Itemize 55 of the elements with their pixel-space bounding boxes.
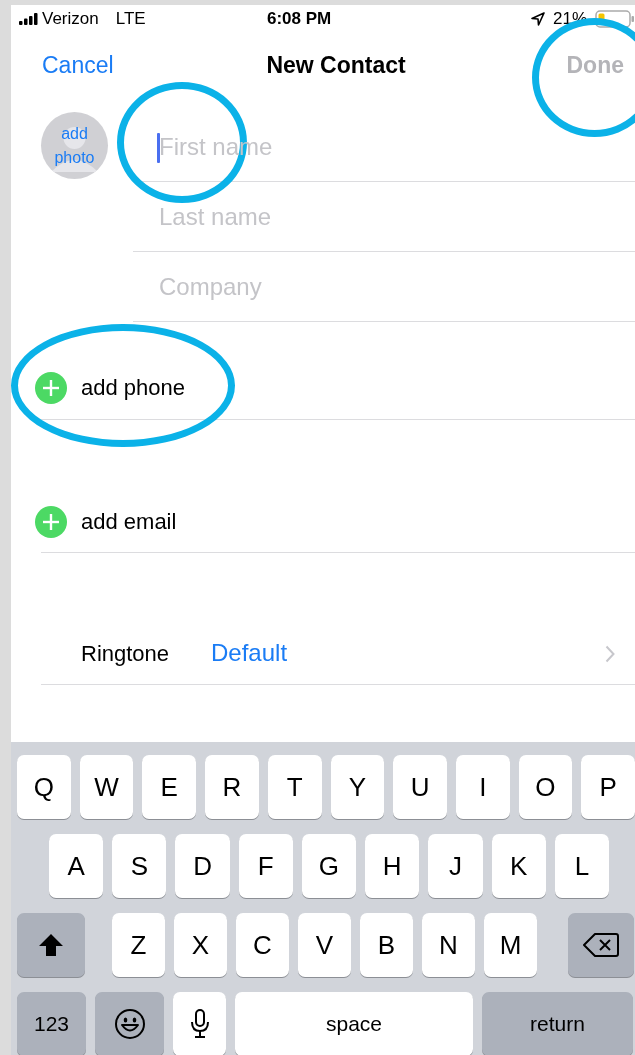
- letter-key[interactable]: O: [518, 755, 573, 819]
- name-field[interactable]: Last name: [133, 196, 635, 237]
- shift-key[interactable]: [17, 913, 85, 977]
- emoji-key[interactable]: [95, 992, 164, 1055]
- letter-key[interactable]: L: [554, 834, 609, 898]
- status-time: 6:08 PM: [267, 9, 332, 29]
- plus-icon: [35, 506, 67, 538]
- letter-key[interactable]: Z: [112, 913, 165, 977]
- letter-key[interactable]: Y: [330, 755, 385, 819]
- letter-key[interactable]: B: [360, 913, 413, 977]
- space-key[interactable]: space: [235, 992, 473, 1055]
- name-field[interactable]: Company: [133, 266, 635, 307]
- numbers-key[interactable]: 123: [17, 992, 86, 1055]
- add-field-button[interactable]: add email: [35, 506, 177, 538]
- letter-key[interactable]: T: [267, 755, 322, 819]
- carrier-name: Verizon: [42, 9, 99, 29]
- letter-key[interactable]: D: [175, 834, 230, 898]
- letter-key[interactable]: I: [455, 755, 510, 819]
- add-field-button[interactable]: add phone: [35, 372, 185, 404]
- ringtone-value: Default: [211, 639, 289, 667]
- letter-key[interactable]: F: [238, 834, 293, 898]
- ringtone-row[interactable]: Ringtone Default: [41, 553, 635, 685]
- backspace-icon: [583, 932, 619, 958]
- delete-key[interactable]: [568, 913, 634, 977]
- plus-icon: [35, 372, 67, 404]
- letter-key[interactable]: A: [49, 834, 104, 898]
- letter-key[interactable]: C: [236, 913, 289, 977]
- letter-key[interactable]: X: [174, 913, 227, 977]
- chevron-right-icon: [605, 645, 615, 663]
- screen-title: New Contact: [266, 51, 406, 79]
- letter-key[interactable]: G: [301, 834, 357, 898]
- smiley-icon: [113, 1008, 146, 1040]
- letter-key[interactable]: Q: [17, 755, 71, 819]
- network-type: LTE: [115, 9, 146, 29]
- cancel-button[interactable]: Cancel: [42, 51, 114, 79]
- letter-key[interactable]: W: [79, 755, 134, 819]
- letter-key[interactable]: J: [428, 834, 483, 898]
- battery-icon: [595, 10, 635, 28]
- letter-key[interactable]: H: [365, 834, 420, 898]
- ringtone-label: Ringtone: [81, 641, 171, 667]
- location-arrow-icon: [530, 12, 545, 26]
- dictation-key[interactable]: [173, 992, 226, 1055]
- shift-arrow-icon: [37, 932, 65, 958]
- signal-icon: [19, 13, 39, 25]
- microphone-icon: [189, 1009, 210, 1039]
- letter-key[interactable]: E: [142, 755, 197, 819]
- letter-key[interactable]: P: [581, 755, 635, 819]
- letter-key[interactable]: S: [112, 834, 167, 898]
- letter-key[interactable]: M: [484, 913, 537, 977]
- return-key[interactable]: return: [482, 992, 633, 1055]
- letter-key[interactable]: N: [422, 913, 475, 977]
- letter-key[interactable]: V: [298, 913, 351, 977]
- letter-key[interactable]: R: [205, 755, 259, 819]
- letter-key[interactable]: U: [393, 755, 447, 819]
- letter-key[interactable]: K: [491, 834, 546, 898]
